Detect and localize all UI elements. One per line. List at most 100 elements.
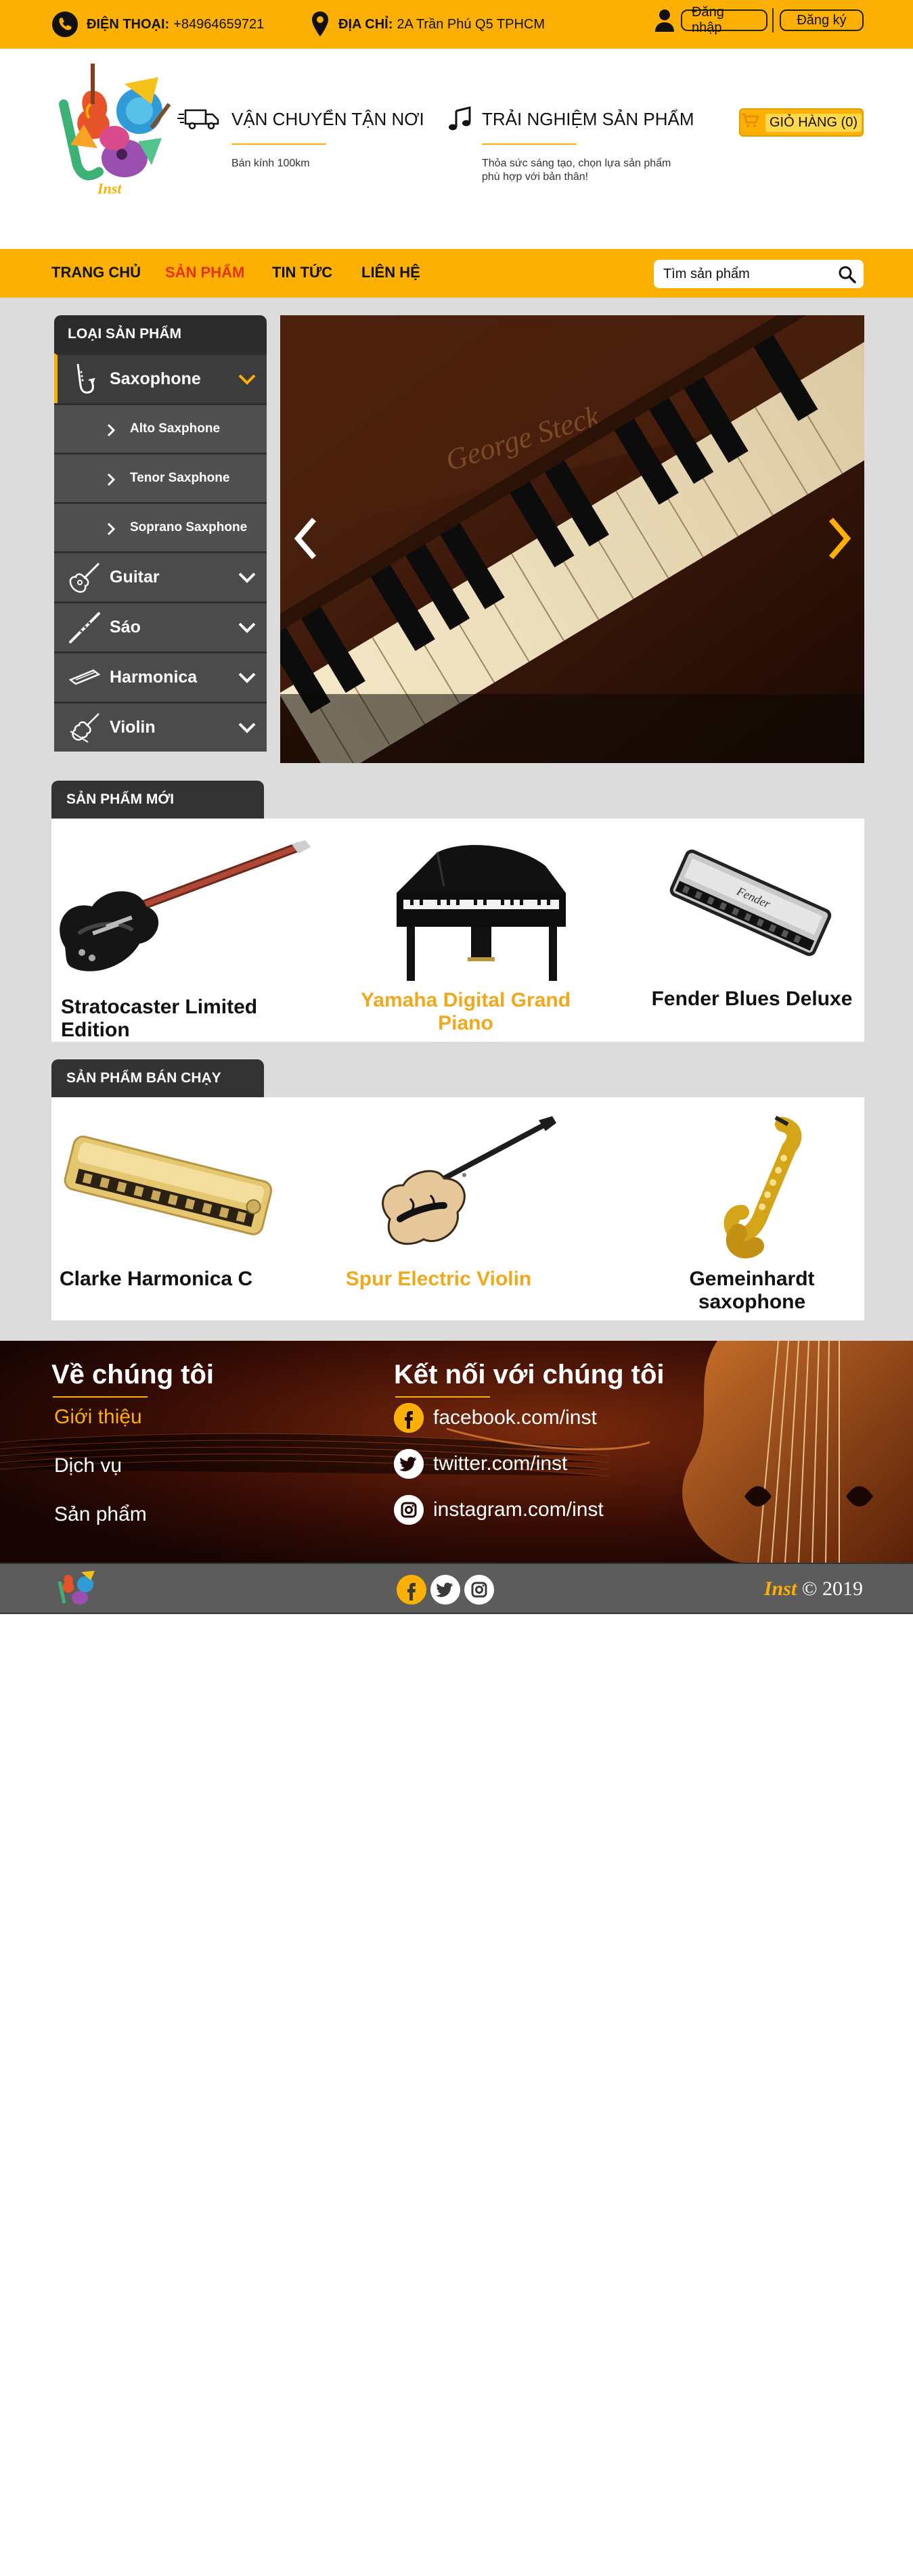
sidebar-subitem-alto[interactable]: Alto Saxphone bbox=[54, 403, 267, 453]
harmonica-icon bbox=[68, 661, 102, 695]
feature-shipping-underline bbox=[231, 143, 326, 145]
footer-link-about[interactable]: Giới thiệu bbox=[54, 1406, 142, 1429]
product-card[interactable]: Stratocaster Limited Edition bbox=[51, 819, 322, 1042]
feature-shipping-title: VẬN CHUYỂN TẬN NƠI bbox=[231, 108, 424, 129]
sidebar-title: LOẠI SẢN PHẨM bbox=[54, 315, 267, 353]
slider-prev-arrow[interactable] bbox=[290, 511, 324, 566]
footer-about-underline bbox=[53, 1396, 148, 1398]
product-card[interactable]: Clarke Harmonica C bbox=[51, 1097, 322, 1320]
sidebar-subitem-label: Tenor Saxphone bbox=[130, 471, 230, 485]
bottom-social-icons bbox=[397, 1575, 494, 1605]
sidebar-item-harmonica[interactable]: Harmonica bbox=[54, 651, 267, 702]
twitter-label: twitter.com/inst bbox=[433, 1452, 568, 1475]
logo-text: Inst bbox=[97, 180, 122, 197]
product-name[interactable]: Fender Blues Deluxe bbox=[640, 988, 864, 1011]
copyright-brand: Inst bbox=[763, 1578, 797, 1600]
slider-next-arrow[interactable] bbox=[822, 511, 855, 566]
footer-link-products[interactable]: Sản phẩm bbox=[54, 1503, 147, 1526]
product-name[interactable]: Yamaha Digital Grand Piano bbox=[330, 989, 601, 1035]
sidebar-subitem-label: Alto Saxphone bbox=[130, 421, 221, 436]
footer-logo[interactable] bbox=[54, 1568, 99, 1611]
auth-divider bbox=[772, 8, 774, 32]
footer-facebook-link[interactable]: facebook.com/inst bbox=[394, 1403, 597, 1433]
cart-label: GIỎ HÀNG (0) bbox=[765, 113, 862, 132]
chevron-down-icon bbox=[237, 620, 257, 636]
cart-button[interactable]: GIỎ HÀNG (0) bbox=[739, 108, 864, 137]
main-nav: TRANG CHỦ SẢN PHẨM TIN TỨC LIÊN HỆ bbox=[0, 249, 913, 298]
product-card[interactable]: Gemeinhardt saxophone bbox=[640, 1097, 864, 1320]
chevron-right-icon bbox=[106, 522, 116, 536]
product-image-violin bbox=[342, 1111, 613, 1266]
site-header: Inst VẬN CHUYỂN TẬN NƠI Bán kính 100km T… bbox=[0, 49, 913, 249]
search-input[interactable] bbox=[662, 264, 831, 284]
product-name[interactable]: Spur Electric Violin bbox=[303, 1268, 574, 1291]
sidebar-item-label: Saxophone bbox=[110, 369, 201, 388]
login-button[interactable]: Đăng nhập bbox=[681, 5, 767, 35]
new-products-title: SẢN PHẨM MỚI bbox=[51, 781, 264, 819]
chevron-down-icon bbox=[237, 570, 257, 586]
search-box bbox=[654, 260, 864, 288]
sidebar-item-flute[interactable]: Sáo bbox=[54, 601, 267, 651]
sidebar-item-violin[interactable]: Violin bbox=[54, 702, 267, 752]
best-sellers-title: SẢN PHẨM BÁN CHẠY bbox=[51, 1059, 264, 1097]
cart-icon bbox=[741, 113, 759, 132]
content-area: LOẠI SẢN PHẨM Saxophone Alto Saxphone Te… bbox=[0, 298, 913, 1341]
nav-item-home[interactable]: TRANG CHỦ bbox=[51, 264, 141, 281]
product-card[interactable]: Spur Electric Violin bbox=[342, 1097, 613, 1320]
sidebar-item-guitar[interactable]: Guitar bbox=[54, 551, 267, 601]
site-footer: Về chúng tôi Giới thiệu Dịch vụ Sản phẩm… bbox=[0, 1341, 913, 1563]
chevron-down-icon bbox=[237, 670, 257, 686]
footer-connect-title: Kết nối với chúng tôi bbox=[394, 1360, 665, 1389]
sidebar-subitem-soprano[interactable]: Soprano Saxphone bbox=[54, 502, 267, 551]
footer-about-title: Về chúng tôi bbox=[51, 1360, 214, 1389]
phone-icon bbox=[51, 11, 79, 38]
footer-twitter-link[interactable]: twitter.com/inst bbox=[394, 1449, 567, 1479]
facebook-label: facebook.com/inst bbox=[433, 1406, 597, 1429]
sidebar-subitem-tenor[interactable]: Tenor Saxphone bbox=[54, 453, 267, 502]
nav-item-products[interactable]: SẢN PHẨM bbox=[165, 264, 244, 281]
product-card[interactable]: Fender Fender Blues Deluxe bbox=[640, 819, 864, 1042]
register-button[interactable]: Đăng ký bbox=[780, 9, 864, 31]
twitter-icon bbox=[394, 1449, 424, 1479]
feature-shipping-desc: Bán kính 100km bbox=[231, 158, 310, 169]
address-label: ĐỊA CHỈ: bbox=[338, 16, 393, 32]
sidebar-item-label: Sáo bbox=[110, 618, 141, 637]
top-bar: ĐIỆN THOẠI: +84964659721 ĐỊA CHỈ: 2A Trầ… bbox=[0, 0, 913, 49]
feature-experience-title: TRẢI NGHIỆM SẢN PHẨM bbox=[482, 108, 694, 129]
phone-label: ĐIỆN THOẠI: bbox=[87, 16, 170, 32]
copyright: Inst © 2019 bbox=[764, 1578, 863, 1601]
site-logo[interactable]: Inst bbox=[50, 64, 172, 199]
search-icon[interactable] bbox=[838, 265, 857, 284]
violin-icon bbox=[68, 711, 102, 745]
location-pin-icon bbox=[310, 11, 330, 38]
product-name[interactable]: Stratocaster Limited Edition bbox=[61, 996, 332, 1042]
nav-item-contact[interactable]: LIÊN HỆ bbox=[361, 264, 420, 281]
facebook-icon bbox=[394, 1403, 424, 1433]
instagram-icon bbox=[394, 1495, 424, 1525]
feature-experience-underline bbox=[482, 143, 577, 145]
nav-item-news[interactable]: TIN TỨC bbox=[272, 264, 332, 281]
product-name[interactable]: Gemeinhardt saxophone bbox=[640, 1268, 864, 1314]
instagram-label: instagram.com/inst bbox=[433, 1498, 604, 1521]
truck-icon bbox=[177, 106, 223, 133]
product-name[interactable]: Clarke Harmonica C bbox=[60, 1268, 330, 1291]
footer-instagram-link[interactable]: instagram.com/inst bbox=[394, 1495, 604, 1525]
footer-link-services[interactable]: Dịch vụ bbox=[54, 1454, 122, 1477]
footer-connect-underline bbox=[395, 1396, 490, 1398]
product-card[interactable]: Yamaha Digital Grand Piano bbox=[342, 819, 613, 1042]
sidebar-item-saxophone[interactable]: Saxophone bbox=[54, 353, 267, 403]
hero-slider: George Steck bbox=[280, 315, 864, 763]
sidebar-subitem-label: Soprano Saxphone bbox=[130, 520, 248, 534]
twitter-icon[interactable] bbox=[430, 1575, 460, 1605]
copyright-text: © 2019 bbox=[801, 1578, 863, 1600]
chevron-right-icon bbox=[106, 472, 116, 487]
user-icon[interactable] bbox=[654, 8, 675, 32]
chevron-down-icon bbox=[237, 371, 257, 388]
sidebar-item-label: Harmonica bbox=[110, 668, 198, 687]
chevron-down-icon bbox=[237, 720, 257, 736]
product-image-piano bbox=[342, 832, 613, 988]
phone-info: ĐIỆN THOẠI: +84964659721 bbox=[51, 11, 264, 38]
facebook-icon[interactable] bbox=[397, 1575, 426, 1605]
piano-keys-image: George Steck bbox=[280, 315, 864, 763]
instagram-icon[interactable] bbox=[464, 1575, 494, 1605]
